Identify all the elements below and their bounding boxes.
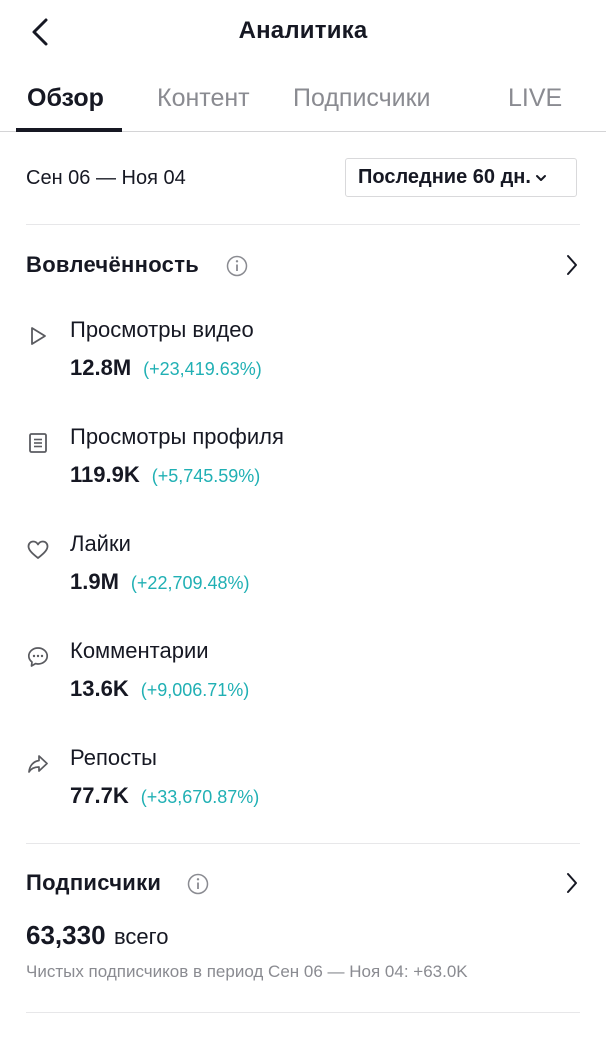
metric-video-views[interactable]: Просмотры видео 12.8M (+23,419.63%) [26,317,580,397]
metric-change: (+9,006.71%) [140,680,250,700]
play-icon [31,327,46,345]
divider [26,224,580,225]
divider [26,1012,580,1013]
metric-value: 77.7K [70,783,129,808]
metric-label: Просмотры видео [70,317,254,342]
metric-shares[interactable]: Репосты 77.7K (+33,670.87%) [26,745,580,825]
metric-change: (+33,670.87%) [140,787,260,807]
divider [26,843,580,844]
heart-icon [27,540,49,559]
metric-value: 12.8M [70,355,132,380]
page-title: Аналитика [238,17,368,44]
share-icon [28,755,48,773]
followers-header[interactable]: Подписчики [26,866,580,900]
period-dropdown-value: Последние 60 дн. [358,166,531,188]
metric-value-row: 12.8M (+23,419.63%) [70,355,262,381]
followers-total-label: всего [113,924,169,949]
metric-label: Просмотры профиля [70,424,284,449]
tab-live[interactable]: LIVE [508,84,562,113]
metric-value-row: 77.7K (+33,670.87%) [70,783,259,809]
metric-value: 1.9M [70,569,119,594]
engagement-title: Вовлечённость [26,252,200,277]
chevron-down-icon [535,173,547,183]
metric-label: Репосты [70,745,157,770]
metric-value-row: 1.9M (+22,709.48%) [70,569,250,595]
profile-doc-icon [29,433,47,453]
tab-bar: Обзор Контент Подписчики LIVE [0,74,606,132]
date-row: Сен 06 — Ноя 04 Последние 60 дн. [0,158,606,200]
metric-label: Лайки [70,531,131,556]
chevron-right-icon [567,873,577,893]
chevron-right-icon [567,255,577,275]
metric-comments[interactable]: Комментарии 13.6K (+9,006.71%) [26,638,580,718]
metric-value-row: 13.6K (+9,006.71%) [70,676,249,702]
followers-total: 63,330 всего [26,920,168,951]
net-followers-text: Чистых подписчиков в период Сен 06 — Ноя… [26,962,468,981]
info-icon[interactable] [187,873,209,895]
metric-change: (+23,419.63%) [143,359,262,379]
metric-profile-views[interactable]: Просмотры профиля 119.9K (+5,745.59%) [26,424,580,504]
metric-change: (+5,745.59%) [151,466,261,486]
metric-value-row: 119.9K (+5,745.59%) [70,462,260,488]
followers-title: Подписчики [26,870,162,895]
tab-overview[interactable]: Обзор [27,84,104,113]
metric-value: 13.6K [70,676,129,701]
metric-label: Комментарии [70,638,209,663]
tab-followers[interactable]: Подписчики [293,84,431,113]
period-dropdown[interactable]: Последние 60 дн. [345,158,577,197]
metric-likes[interactable]: Лайки 1.9M (+22,709.48%) [26,531,580,611]
info-icon[interactable] [226,255,248,277]
metric-change: (+22,709.48%) [130,573,250,593]
tab-content[interactable]: Контент [157,84,250,113]
active-tab-indicator [16,128,122,132]
metric-value: 119.9K [70,462,140,487]
comment-icon [27,647,49,667]
app-header: Аналитика [0,0,606,66]
engagement-header[interactable]: Вовлечённость [26,248,580,282]
followers-count: 63,330 [26,920,106,950]
date-range: Сен 06 — Ноя 04 [26,167,186,189]
